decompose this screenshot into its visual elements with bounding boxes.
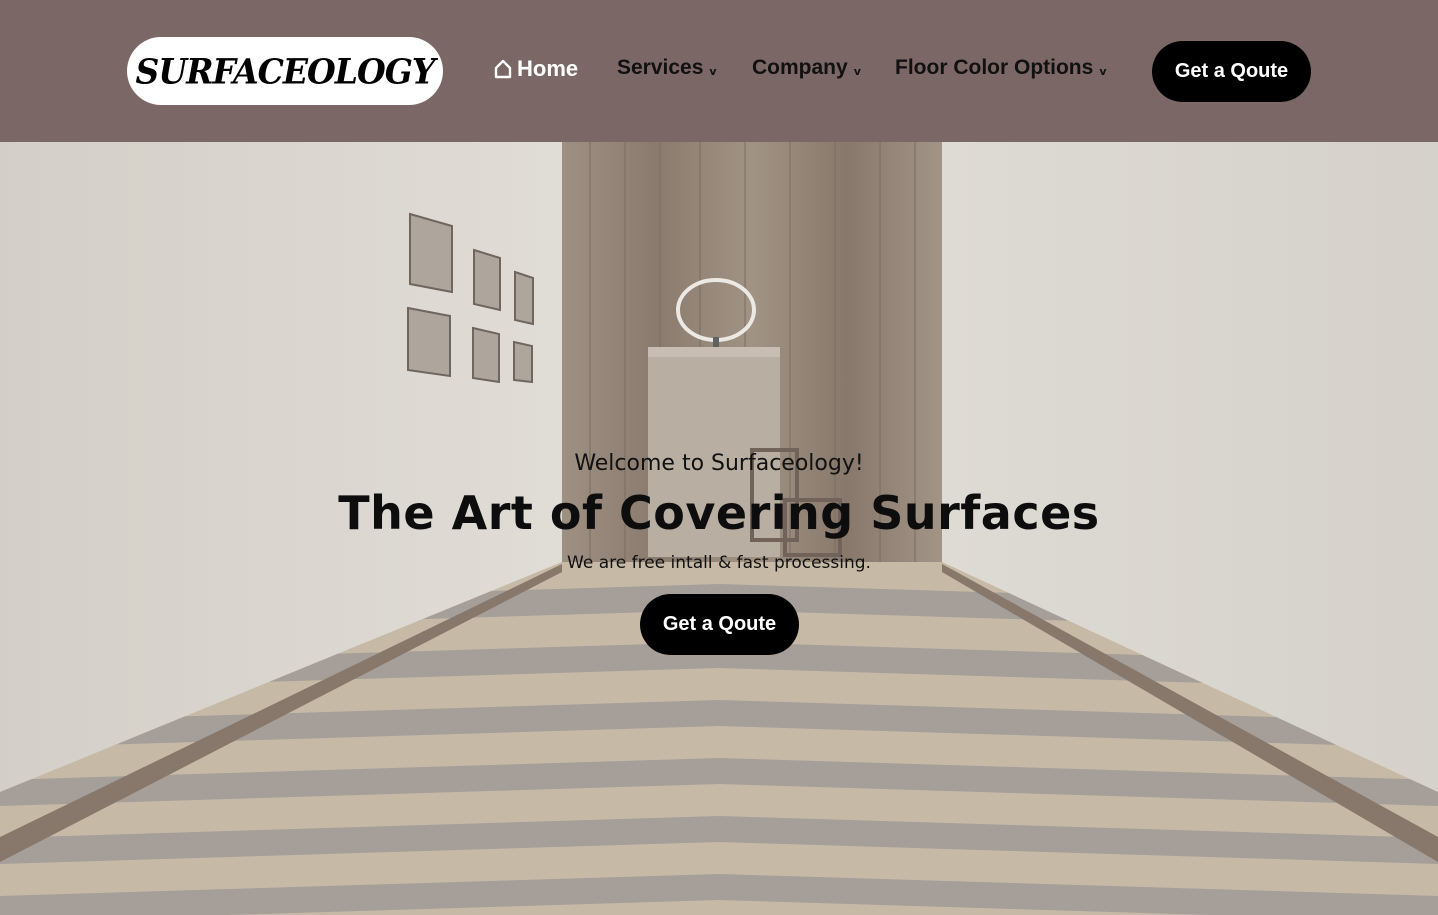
home-icon [494,59,512,79]
nav-services[interactable]: Services v [617,56,717,80]
site-header: SURFACEOLOGY Home Services v Company v F… [0,0,1438,142]
hero-welcome-text: Welcome to Surfaceology! [574,451,864,476]
chevron-down-icon: v [853,65,861,78]
header-quote-button[interactable]: Get a Qoute [1152,41,1311,102]
nav-company-label: Company [752,56,848,79]
nav-home[interactable]: Home [494,56,578,82]
hero-section: Welcome to Surfaceology! The Art of Cove… [0,142,1438,915]
logo[interactable]: SURFACEOLOGY [127,37,443,105]
logo-text: SURFACEOLOGY [135,50,436,92]
nav-company[interactable]: Company v [752,56,861,80]
nav-home-label: Home [517,56,579,81]
nav-services-label: Services [617,56,704,79]
nav-floor-color-options[interactable]: Floor Color Options v [895,56,1106,80]
nav-floor-color-options-label: Floor Color Options [895,56,1094,79]
hero-quote-button[interactable]: Get a Qoute [640,594,799,655]
hero-headline: The Art of Covering Surfaces [338,486,1100,540]
hero-tagline: We are free intall & fast processing. [567,553,871,573]
chevron-down-icon: v [1099,65,1107,78]
chevron-down-icon: v [709,65,717,78]
